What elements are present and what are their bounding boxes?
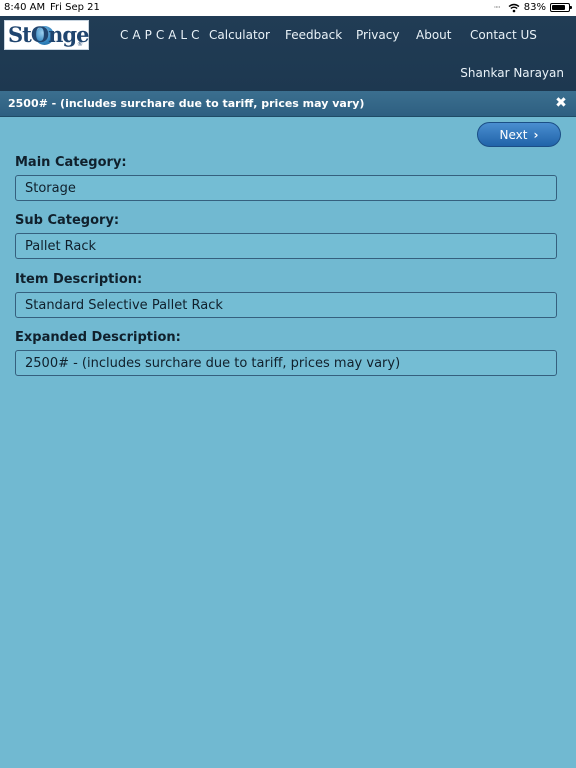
top-navigation: StOnge ® CAPCALC Calculator Feedback Pri… bbox=[0, 16, 576, 91]
next-button[interactable]: Next › bbox=[477, 122, 561, 147]
main-category-label: Main Category: bbox=[15, 155, 127, 170]
main-category-value: Storage bbox=[25, 181, 76, 196]
close-icon[interactable]: ✖ bbox=[554, 95, 568, 111]
next-button-label: Next bbox=[499, 127, 528, 142]
expanded-description-field[interactable]: 2500# - (includes surchare due to tariff… bbox=[15, 350, 557, 376]
description-banner: 2500# - (includes surchare due to tariff… bbox=[0, 91, 576, 117]
nav-link-calculator[interactable]: Calculator bbox=[209, 28, 270, 42]
sub-category-label: Sub Category: bbox=[15, 213, 120, 228]
status-date: Fri Sep 21 bbox=[50, 2, 100, 13]
company-logo[interactable]: StOnge ® bbox=[4, 20, 89, 50]
item-description-field[interactable]: Standard Selective Pallet Rack bbox=[15, 292, 557, 318]
main-category-field[interactable]: Storage bbox=[15, 175, 557, 201]
expanded-description-value: 2500# - (includes surchare due to tariff… bbox=[25, 356, 401, 371]
multitasking-dots-icon: ···· bbox=[493, 3, 501, 12]
battery-level bbox=[552, 5, 566, 10]
chevron-right-icon: › bbox=[533, 127, 539, 142]
sub-category-field[interactable]: Pallet Rack bbox=[15, 233, 557, 259]
nav-link-feedback[interactable]: Feedback bbox=[285, 28, 342, 42]
app-brand: CAPCALC bbox=[120, 28, 204, 42]
battery-icon bbox=[550, 3, 572, 12]
item-description-label: Item Description: bbox=[15, 272, 143, 287]
status-bar: 8:40 AM Fri Sep 21 ···· 83% bbox=[0, 0, 576, 16]
nav-link-about[interactable]: About bbox=[416, 28, 451, 42]
registered-mark: ® bbox=[77, 41, 83, 48]
wifi-icon bbox=[508, 3, 520, 12]
status-indicators: ···· 83% bbox=[493, 2, 572, 13]
nav-link-contact[interactable]: Contact US bbox=[470, 28, 537, 42]
banner-text: 2500# - (includes surchare due to tariff… bbox=[8, 97, 365, 110]
battery-percent: 83% bbox=[523, 2, 546, 13]
sub-category-value: Pallet Rack bbox=[25, 239, 97, 254]
expanded-description-label: Expanded Description: bbox=[15, 330, 181, 345]
item-description-value: Standard Selective Pallet Rack bbox=[25, 298, 223, 313]
user-name[interactable]: Shankar Narayan bbox=[460, 66, 564, 80]
nav-link-privacy[interactable]: Privacy bbox=[356, 28, 399, 42]
status-time: 8:40 AM bbox=[4, 2, 46, 13]
battery-cap bbox=[570, 6, 572, 9]
